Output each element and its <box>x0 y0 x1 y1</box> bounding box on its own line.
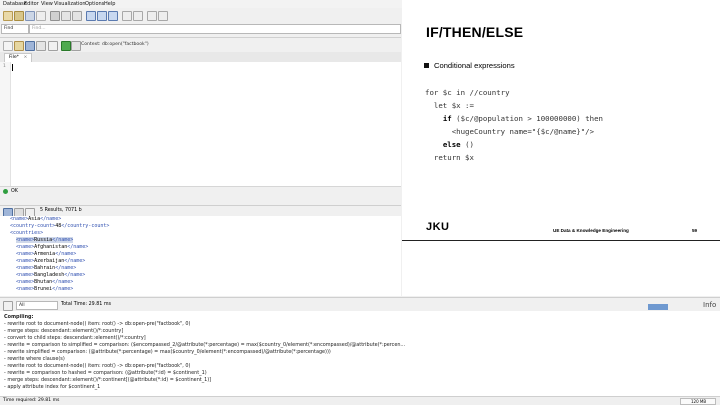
info-line: - convert to child steps: descendant::el… <box>4 335 146 341</box>
map-view-icon[interactable] <box>122 11 132 21</box>
slide-title: IF/THEN/ELSE <box>426 24 524 40</box>
new-database-icon[interactable] <box>3 11 13 21</box>
info-line: - merge steps: descendant::element()/*:c… <box>4 328 124 334</box>
result-view-icon[interactable] <box>97 11 107 21</box>
info-line: - rewrite where clause(s) <box>4 356 65 362</box>
menu-editor[interactable]: Editor <box>24 1 39 7</box>
query-editor[interactable]: 1 <box>0 62 401 186</box>
ok-label: OK <box>11 189 18 194</box>
find-input[interactable]: Find... <box>29 24 401 34</box>
info-line: - rewrite root to document-node() item: … <box>4 321 191 327</box>
search-icon[interactable] <box>3 301 13 311</box>
tree-view-icon[interactable] <box>133 11 143 21</box>
close-icon[interactable]: × <box>23 55 27 60</box>
find-placeholder: Find... <box>32 26 46 31</box>
result-line: <name>Azerbaijan</name> <box>16 258 86 264</box>
memory-label: 120 MB <box>691 399 707 404</box>
code-line: let $x := <box>425 101 474 110</box>
info-label: Info <box>703 301 717 309</box>
info-line: Compiling: <box>4 314 34 320</box>
info-line: - rewrite = comparison to hashed = compa… <box>4 370 207 376</box>
results-panel[interactable]: <name>Asia</name> <country-count>48</cou… <box>0 216 401 296</box>
line-gutter: 1 <box>0 62 11 186</box>
close-database-icon[interactable] <box>36 11 46 21</box>
stop-icon[interactable] <box>71 41 81 51</box>
result-line: <name>Bhutan</name> <box>16 279 74 285</box>
find-bar: Find Find... <box>0 22 401 35</box>
code-line: for $c in //country <box>425 88 510 97</box>
new-file-icon[interactable] <box>3 41 13 51</box>
result-line: <name>Bangladesh</name> <box>16 272 86 278</box>
slide-page-number: 59 <box>692 228 698 233</box>
forward-arrow-icon[interactable] <box>72 11 82 21</box>
save-icon[interactable] <box>25 41 35 51</box>
editor-view-icon[interactable] <box>86 11 96 21</box>
slide-footer-text: UE Data & Knowledge Engineering <box>553 228 629 233</box>
result-line-selected: <name>Russia</name> <box>16 237 74 243</box>
timing-bar <box>648 304 668 310</box>
slide-bullet: Conditional expressions <box>434 61 515 70</box>
menu-options[interactable]: Options <box>85 1 104 7</box>
info-filter-select[interactable]: All <box>16 301 58 310</box>
info-line: - merge steps: descendant::element()/*:c… <box>4 377 212 383</box>
tab-file[interactable]: File* × <box>4 53 33 62</box>
time-required: Time required: 29.81 ms <box>3 398 60 403</box>
context-label: Context: db:open("factbook") <box>81 42 149 47</box>
find-mode-value: Find <box>4 26 14 31</box>
code-line: return $x <box>425 153 474 162</box>
properties-icon[interactable] <box>25 11 35 21</box>
result-line: <name>Brunei</name> <box>16 286 74 292</box>
info-line: - rewrite simplified = comparison: (@att… <box>4 349 331 355</box>
tab-file-label: File* <box>9 55 19 60</box>
explorer-view-icon[interactable] <box>158 11 168 21</box>
info-filter-value: All <box>19 303 25 308</box>
slide-footer-rule <box>402 240 720 241</box>
result-line: <countries> <box>10 230 44 236</box>
menu-view[interactable]: View <box>41 1 53 7</box>
info-toolbar: All Total Time: 29.81 ms Info <box>0 297 720 312</box>
info-view-icon[interactable] <box>108 11 118 21</box>
info-panel[interactable]: Compiling: - rewrite root to document-no… <box>0 311 720 396</box>
ok-status-icon <box>3 189 8 194</box>
text-cursor <box>12 64 13 71</box>
editor-toolbar: Context: db:open("factbook") <box>0 37 401 53</box>
results-summary: 5 Results, 7071 b <box>40 208 82 213</box>
find-mode-select[interactable]: Find <box>1 24 29 34</box>
open-database-icon[interactable] <box>14 11 24 21</box>
bullet-icon <box>424 63 429 68</box>
result-line: <country-count>48</country-count> <box>10 223 110 229</box>
menu-visualization[interactable]: Visualization <box>54 1 86 7</box>
info-line: - apply attribute index for $continent_1 <box>4 384 101 390</box>
go-home-icon[interactable] <box>50 11 60 21</box>
main-toolbar <box>0 8 401 22</box>
table-view-icon[interactable] <box>147 11 157 21</box>
result-line: <name>Bahrain</name> <box>16 265 77 271</box>
undo-icon[interactable] <box>36 41 46 51</box>
result-line: <name>Afghanistan</name> <box>16 244 89 250</box>
code-line: else () <box>442 140 474 149</box>
info-line: - rewrite root to document-node() item: … <box>4 363 191 369</box>
result-line: <name>Asia</name> <box>10 216 62 222</box>
total-time: Total Time: 29.81 ms <box>61 302 112 307</box>
jku-logo: JKU <box>426 221 450 233</box>
code-line: <hugeCountry name="{$c/@name}"/> <box>425 127 595 136</box>
open-file-icon[interactable] <box>14 41 24 51</box>
query-status-bar: OK <box>0 186 401 197</box>
result-line: <name>Armenia</name> <box>16 251 77 257</box>
line-number: 1 <box>3 64 6 69</box>
search-icon[interactable] <box>48 41 58 51</box>
run-icon[interactable] <box>61 41 71 51</box>
menu-help[interactable]: Help <box>104 1 115 7</box>
info-line: - rewrite = comparison to simplified = c… <box>4 342 406 348</box>
back-arrow-icon[interactable] <box>61 11 71 21</box>
code-line: if ($c/@population > 100000000) then <box>442 114 604 123</box>
